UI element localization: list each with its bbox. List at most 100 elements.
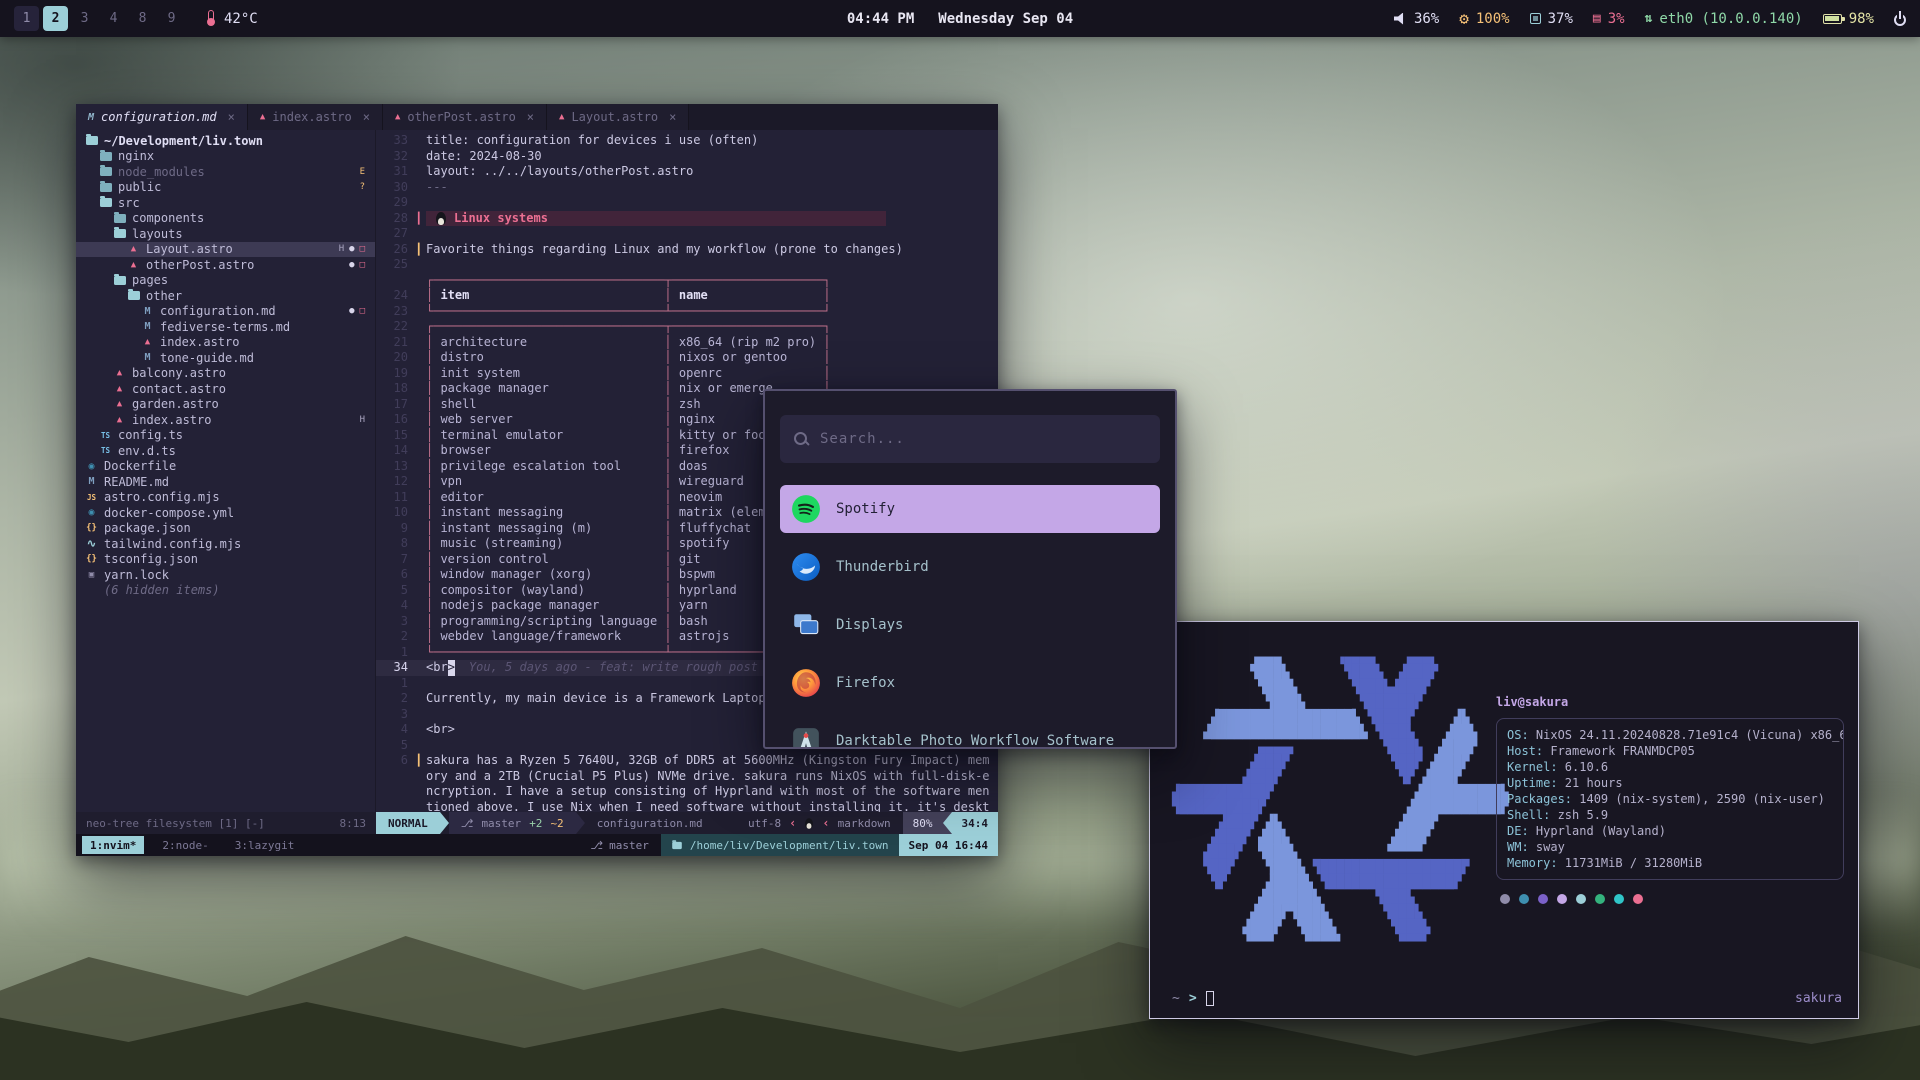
statusline: neo-tree filesystem [1] [-] 8:13 NORMAL … [76,812,998,834]
module-power[interactable] [1894,11,1906,26]
line-number: 13 [376,459,418,475]
tree-item[interactable]: public? [76,180,375,196]
close-icon[interactable]: × [669,110,676,124]
tree-item[interactable]: ~/Development/liv.town [76,133,375,149]
tree-item-badges: ●□ [349,306,365,316]
tree-item[interactable]: ∿tailwind.config.mjs [76,536,375,552]
astro-icon: ▲ [112,384,127,394]
tree-item[interactable]: MREADME.md [76,474,375,490]
search-bar[interactable] [780,415,1160,463]
markdown-heading: Linux systems [426,211,886,227]
editor-line[interactable]: 28▎Linux systems [376,211,998,227]
table-row[interactable]: 20│ distro │ nixos or gentoo │ [376,350,998,366]
module-battery[interactable]: 98% [1823,11,1874,27]
editor-line[interactable]: 31layout: ../../layouts/otherPost.astro [376,164,998,180]
tree-item[interactable]: layouts [76,226,375,242]
editor-line[interactable]: 27 [376,226,998,242]
line-number: 7 [376,552,418,568]
tmux-window[interactable]: 3:lazygit [227,836,303,854]
launcher-item[interactable]: Spotify [780,485,1160,533]
table-row[interactable]: 19│ init system │ openrc │ [376,366,998,382]
tmux-window[interactable]: 1:nvim* [82,836,144,854]
tree-item[interactable]: ▲balcony.astro [76,366,375,382]
info-label: OS: [1507,728,1536,742]
line-number: 4 [376,722,418,738]
table-row[interactable]: 24│ item │ name │ [376,288,998,304]
launcher-item[interactable]: Darktable Photo Workflow Software [780,717,1160,749]
close-icon[interactable]: × [228,110,235,124]
tree-item[interactable]: {}tsconfig.json [76,552,375,568]
docker-icon: ◉ [84,507,99,518]
workspace-button[interactable]: 9 [159,6,184,31]
workspace-button[interactable]: 8 [130,6,155,31]
tree-item-label: tone-guide.md [160,351,254,365]
info-label: Uptime: [1507,776,1565,790]
tab-configuration.md[interactable]: Mconfiguration.md× [76,104,248,130]
folder-icon [98,183,113,192]
tree-item[interactable]: ▲index.astroH [76,412,375,428]
module-gear[interactable]: 100% [1459,11,1509,27]
table-border[interactable]: 22┌────────────────────────────────┬────… [376,319,998,335]
encoding-label: utf-8 [748,817,781,830]
search-input[interactable] [820,431,1146,447]
editor-line[interactable]: 26▎Favorite things regarding Linux and m… [376,242,998,258]
tree-item[interactable]: ◉docker-compose.yml [76,505,375,521]
tree-item[interactable]: JSastro.config.mjs [76,490,375,506]
module-volume[interactable]: 36% [1394,11,1439,27]
tree-item[interactable]: pages [76,273,375,289]
tree-item[interactable]: (6 hidden items) [76,583,375,599]
table-border[interactable]: ┌────────────────────────────────┬──────… [376,273,998,289]
tree-item[interactable]: ▲otherPost.astro●□ [76,257,375,273]
workspace-button[interactable]: 2 [43,6,68,31]
tree-item[interactable]: ▲Layout.astroH●□ [76,242,375,258]
tree-item[interactable]: TSconfig.ts [76,428,375,444]
editor-line[interactable]: 30--- [376,180,998,196]
tree-item[interactable]: src [76,195,375,211]
gear-icon [1459,11,1469,27]
gutter-sign: ▎ [418,242,426,258]
editor-line[interactable]: 29 [376,195,998,211]
tree-item[interactable]: ▲garden.astro [76,397,375,413]
tree-item[interactable]: {}package.json [76,521,375,537]
tree-item[interactable]: ▣yarn.lock [76,567,375,583]
tree-item[interactable]: ◉Dockerfile [76,459,375,475]
tree-item[interactable]: ▲contact.astro [76,381,375,397]
module-memory[interactable]: 3% [1593,11,1625,27]
tree-item[interactable]: Mfediverse-terms.md [76,319,375,335]
table-row[interactable]: 21│ architecture │ x86_64 (rip m2 pro) │ [376,335,998,351]
tree-item[interactable]: Mtone-guide.md [76,350,375,366]
tree-item[interactable]: node_modulesE [76,164,375,180]
tree-item[interactable]: ▲index.astro [76,335,375,351]
tree-item[interactable]: nginx [76,149,375,165]
tmux-window[interactable]: 2:node- [154,836,216,854]
module-network[interactable]: eth0 (10.0.0.140) [1645,11,1803,27]
editor-line[interactable]: 6▎sakura has a Ryzen 5 7640U, 32GB of DD… [376,753,998,812]
table-border[interactable]: 23└────────────────────────────────┴────… [376,304,998,320]
close-icon[interactable]: × [363,110,370,124]
shell-prompt[interactable]: ~ > sakura [1172,991,1842,1006]
tree-item[interactable]: Mconfiguration.md●□ [76,304,375,320]
workspace-button[interactable]: 3 [72,6,97,31]
editor-line[interactable]: 25 [376,257,998,273]
tab-label: index.astro [272,110,351,124]
tree-item[interactable]: TSenv.d.ts [76,443,375,459]
tmux-bar: 1:nvim*2:node-3:lazygit master /home/liv… [76,834,998,856]
module-cpu[interactable]: 37% [1530,11,1573,27]
editor-line[interactable]: 33title: configuration for devices i use… [376,133,998,149]
markdown-icon: M [84,476,99,487]
workspace-button[interactable]: 1 [14,6,39,31]
tree-item[interactable]: components [76,211,375,227]
workspace-button[interactable]: 4 [101,6,126,31]
close-icon[interactable]: × [527,110,534,124]
launcher-item[interactable]: Firefox [780,659,1160,707]
editor-line[interactable]: 32date: 2024-08-30 [376,149,998,165]
line-number: 30 [376,180,418,196]
line-number: 15 [376,428,418,444]
tab-index.astro[interactable]: ▲index.astro× [248,104,383,130]
launcher-item[interactable]: Displays [780,601,1160,649]
launcher-item[interactable]: Thunderbird [780,543,1160,591]
tree-item[interactable]: other [76,288,375,304]
line-number: 5 [376,583,418,599]
tab-otherPost.astro[interactable]: ▲otherPost.astro× [383,104,547,130]
tab-Layout.astro[interactable]: ▲Layout.astro× [547,104,689,130]
